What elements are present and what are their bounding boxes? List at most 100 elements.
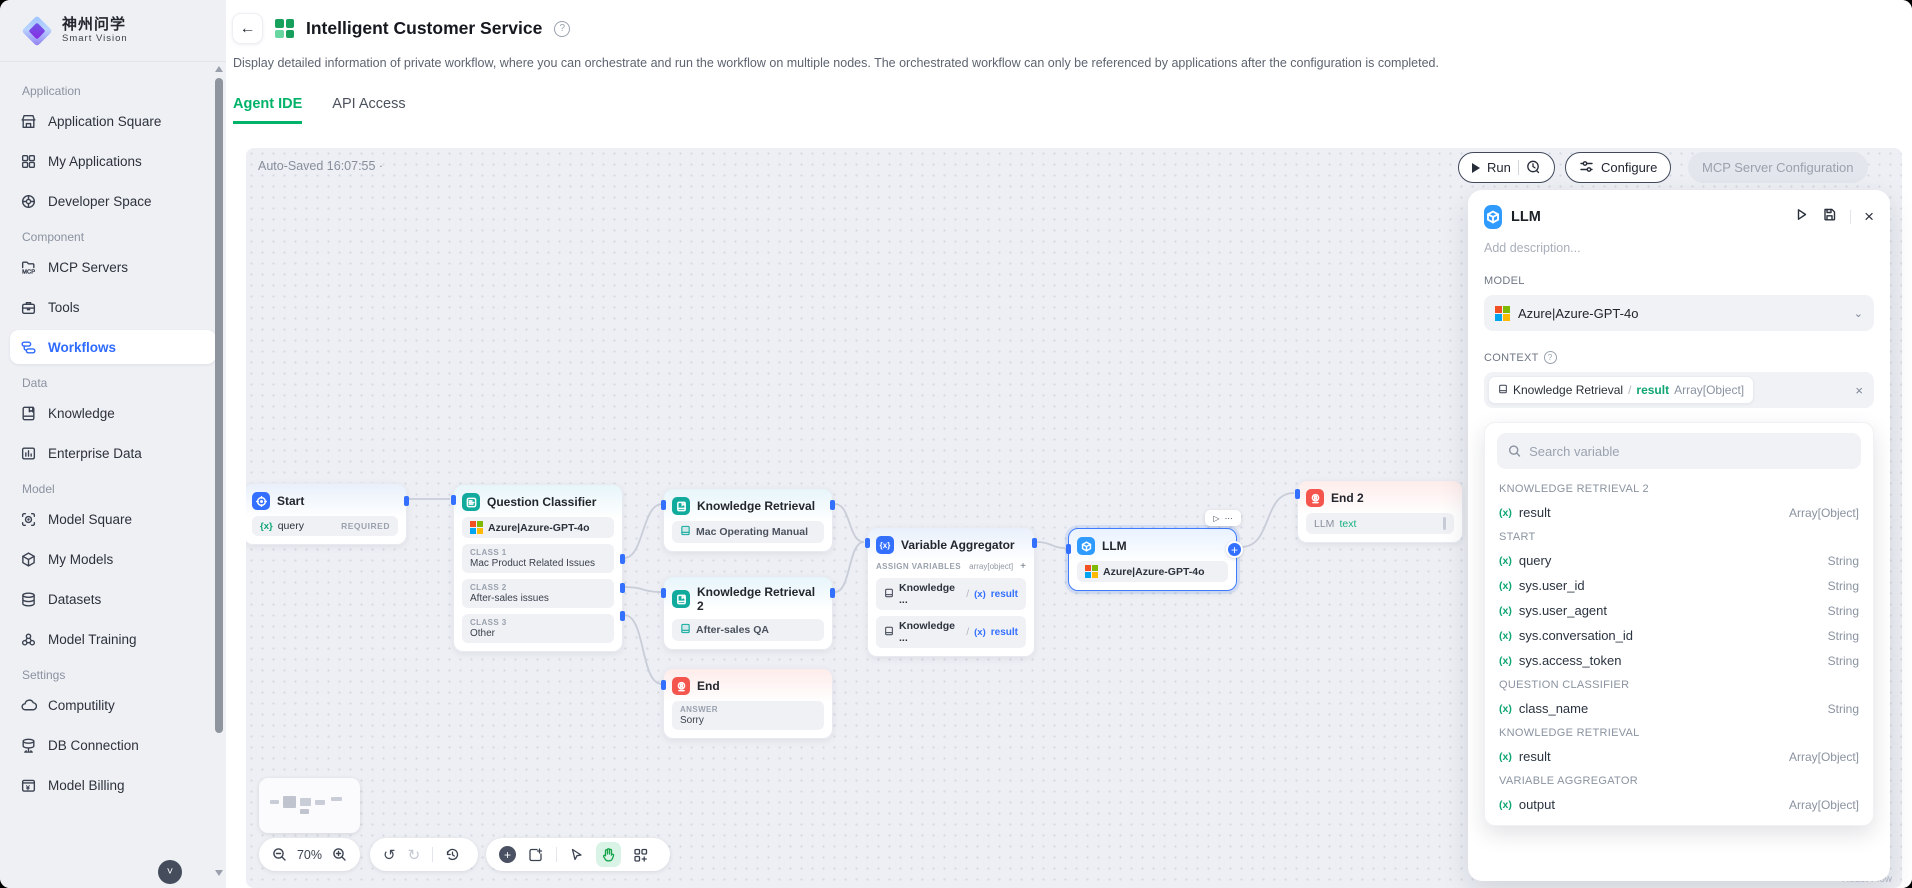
variable-option[interactable]: (x) class_name String bbox=[1497, 696, 1861, 721]
help-icon[interactable]: ? bbox=[554, 21, 570, 37]
class2-output-port[interactable] bbox=[620, 583, 625, 593]
sidebar-item-model-square[interactable]: Model Square bbox=[10, 502, 216, 536]
tab-api-access[interactable]: API Access bbox=[332, 96, 405, 124]
sidebar-item-mcp-servers[interactable]: MCP MCP Servers bbox=[10, 250, 216, 284]
llm-model-row[interactable]: Azure|Azure-GPT-4o bbox=[1077, 561, 1228, 582]
variable-option[interactable]: (x) query String bbox=[1497, 548, 1861, 573]
version-history-icon[interactable] bbox=[445, 847, 460, 862]
input-port[interactable] bbox=[1295, 489, 1300, 499]
node-start[interactable]: Start {x} query REQUIRED bbox=[246, 483, 407, 545]
redo-icon[interactable]: ↻ bbox=[408, 846, 421, 864]
add-next-node-button[interactable]: + bbox=[1226, 541, 1243, 558]
output-port[interactable] bbox=[404, 496, 409, 506]
undo-icon[interactable]: ↺ bbox=[383, 846, 396, 864]
minimap[interactable] bbox=[259, 778, 360, 833]
sidebar-item-db-connection[interactable]: DB Connection bbox=[10, 728, 216, 762]
remove-context-icon[interactable]: × bbox=[1855, 383, 1863, 398]
node-question-classifier[interactable]: Question Classifier Azure|Azure-GPT-4o C… bbox=[453, 484, 623, 652]
add-node-button[interactable]: + bbox=[499, 846, 516, 863]
panel-play-icon[interactable] bbox=[1794, 207, 1809, 227]
organize-layout-icon[interactable] bbox=[633, 847, 649, 863]
node-llm[interactable]: ▷ ⋯ LLM Azure|Azure-GPT-4o + bbox=[1068, 528, 1237, 591]
panel-save-icon[interactable] bbox=[1822, 207, 1837, 227]
sidebar-item-workflows[interactable]: Workflows bbox=[10, 330, 216, 364]
variable-option[interactable]: (x) output Array[Object] bbox=[1497, 792, 1861, 817]
context-help-icon[interactable]: ? bbox=[1544, 351, 1557, 364]
input-port[interactable] bbox=[451, 495, 456, 505]
sidebar-item-knowledge[interactable]: Knowledge bbox=[10, 396, 216, 430]
variable-option[interactable]: (x) result Array[Object] bbox=[1497, 744, 1861, 769]
input-port[interactable] bbox=[661, 680, 666, 690]
input-port[interactable] bbox=[661, 500, 666, 510]
dataset-row[interactable]: After-sales QA bbox=[672, 619, 824, 641]
pointer-tool-icon[interactable] bbox=[569, 847, 584, 862]
output-port[interactable] bbox=[830, 500, 835, 510]
node-knowledge-retrieval-2[interactable]: Knowledge Retrieval 2 After-sales QA bbox=[663, 576, 833, 650]
sidebar-item-model-training[interactable]: Model Training bbox=[10, 622, 216, 656]
add-variable-icon[interactable]: + bbox=[1020, 561, 1026, 572]
description-placeholder[interactable]: Add description... bbox=[1484, 241, 1874, 255]
variable-option[interactable]: (x) sys.access_token String bbox=[1497, 648, 1861, 673]
scroll-up-icon[interactable] bbox=[215, 66, 223, 72]
input-port[interactable] bbox=[1066, 544, 1071, 554]
variable-option[interactable]: (x) sys.conversation_id String bbox=[1497, 623, 1861, 648]
answer-row[interactable]: ANSWER Sorry bbox=[672, 701, 824, 730]
node-play-icon[interactable]: ▷ bbox=[1213, 514, 1219, 523]
class-row-2[interactable]: CLASS 2 After-sales issues bbox=[462, 579, 614, 608]
mcp-server-configuration-button[interactable]: MCP Server Configuration bbox=[1688, 152, 1868, 183]
sidebar-item-enterprise-data[interactable]: Enterprise Data bbox=[10, 436, 216, 470]
sidebar-item-label: Model Training bbox=[48, 632, 137, 647]
sidebar-item-developer-space[interactable]: Developer Space bbox=[10, 184, 216, 218]
variable-option[interactable]: (x) sys.user_id String bbox=[1497, 573, 1861, 598]
dataset-row[interactable]: Mac Operating Manual bbox=[672, 521, 824, 543]
sidebar-item-model-billing[interactable]: ¥ Model Billing bbox=[10, 768, 216, 802]
panel-close-icon[interactable]: × bbox=[1864, 207, 1874, 227]
context-variable-tag[interactable]: Knowledge Retrieval / result Array[Objec… bbox=[1488, 376, 1754, 404]
sidebar-item-datasets[interactable]: Datasets bbox=[10, 582, 216, 616]
variable-option[interactable]: (x) sys.user_agent String bbox=[1497, 598, 1861, 623]
back-button[interactable]: ← bbox=[232, 13, 263, 44]
configure-button[interactable]: Configure bbox=[1565, 152, 1671, 183]
zoom-out-icon[interactable] bbox=[272, 847, 287, 862]
output-port[interactable] bbox=[830, 588, 835, 598]
sidebar-collapse-button[interactable]: ˅ bbox=[158, 860, 182, 884]
sidebar-item-my-models[interactable]: My Models bbox=[10, 542, 216, 576]
classifier-model-row[interactable]: Azure|Azure-GPT-4o bbox=[462, 517, 614, 538]
aggregated-variable-row[interactable]: Knowledge ... / (x) result bbox=[876, 616, 1026, 648]
input-port[interactable] bbox=[865, 538, 870, 548]
run-button[interactable]: Run bbox=[1458, 152, 1555, 183]
scrollbar-thumb[interactable] bbox=[215, 78, 223, 733]
add-note-icon[interactable] bbox=[528, 847, 544, 863]
tab-agent-ide[interactable]: Agent IDE bbox=[233, 96, 302, 124]
sidebar-item-computility[interactable]: Computility bbox=[10, 688, 216, 722]
node-variable-aggregator[interactable]: {x} Variable Aggregator ASSIGN VARIABLES… bbox=[867, 527, 1035, 657]
variable-search[interactable] bbox=[1497, 433, 1861, 469]
node-end-2[interactable]: End 2 LLM text bbox=[1297, 480, 1463, 543]
start-query-row[interactable]: {x} query REQUIRED bbox=[252, 516, 398, 536]
class1-output-port[interactable] bbox=[620, 554, 625, 564]
aggregated-variable-row[interactable]: Knowledge ... / (x) result bbox=[876, 578, 1026, 610]
class-row-3[interactable]: CLASS 3 Other bbox=[462, 614, 614, 643]
search-input[interactable] bbox=[1529, 444, 1850, 459]
output-port[interactable] bbox=[1032, 538, 1037, 548]
node-knowledge-retrieval[interactable]: Knowledge Retrieval Mac Operating Manual bbox=[663, 488, 833, 552]
sidebar-item-tools[interactable]: Tools bbox=[10, 290, 216, 324]
node-more-icon[interactable]: ⋯ bbox=[1225, 514, 1233, 523]
sidebar-item-application-square[interactable]: Application Square bbox=[10, 104, 216, 138]
class-row-1[interactable]: CLASS 1 Mac Product Related Issues bbox=[462, 544, 614, 573]
end2-output-row[interactable]: LLM text bbox=[1306, 513, 1454, 534]
variable-option[interactable]: (x) result Array[Object] bbox=[1497, 500, 1861, 525]
node-end[interactable]: End ANSWER Sorry bbox=[663, 668, 833, 739]
sidebar-item-my-applications[interactable]: My Applications bbox=[10, 144, 216, 178]
input-port[interactable] bbox=[661, 588, 666, 598]
run-history-icon[interactable] bbox=[1526, 159, 1541, 177]
zoom-level[interactable]: 70% bbox=[297, 848, 322, 862]
node-hover-toolbar[interactable]: ▷ ⋯ bbox=[1205, 510, 1241, 526]
model-select[interactable]: Azure|Azure-GPT-4o ⌄ bbox=[1484, 295, 1874, 331]
zoom-in-icon[interactable] bbox=[332, 847, 347, 862]
sidebar-scrollbar[interactable] bbox=[214, 64, 224, 884]
scroll-down-icon[interactable] bbox=[215, 870, 223, 876]
class3-output-port[interactable] bbox=[620, 611, 625, 621]
hand-tool-button[interactable] bbox=[596, 842, 621, 867]
context-box[interactable]: Knowledge Retrieval / result Array[Objec… bbox=[1484, 372, 1874, 408]
